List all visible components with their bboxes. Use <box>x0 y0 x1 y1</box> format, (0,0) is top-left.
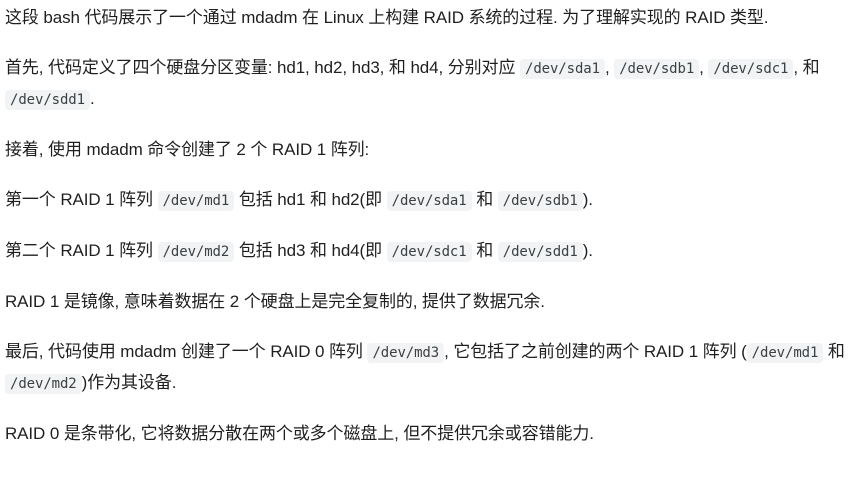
paragraph-text: 这段 bash 代码展示了一个通过 mdadm 在 Linux 上构建 RAID… <box>5 8 769 27</box>
paragraph-text: 包括 hd3 和 hd4(即 <box>234 241 387 260</box>
paragraph-text: ). <box>582 241 593 260</box>
inline-code: /dev/sda1 <box>519 59 605 79</box>
paragraph: 最后, 代码使用 mdadm 创建了一个 RAID 0 阵列 /dev/md3,… <box>5 337 845 399</box>
paragraph-text: 和 <box>823 342 845 361</box>
paragraph-text: ). <box>582 190 593 209</box>
paragraph: RAID 1 是镜像, 意味着数据在 2 个硬盘上是完全复制的, 提供了数据冗余… <box>5 287 845 317</box>
paragraph-text: 最后, 代码使用 mdadm 创建了一个 RAID 0 阵列 <box>5 342 368 361</box>
inline-code: /dev/md3 <box>367 343 445 363</box>
inline-code: /dev/md2 <box>5 374 82 394</box>
paragraph-text: 包括 hd1 和 hd2(即 <box>234 190 387 209</box>
inline-code: /dev/md1 <box>157 191 235 211</box>
inline-code: /dev/md2 <box>157 242 235 262</box>
answer-document: 这段 bash 代码展示了一个通过 mdadm 在 Linux 上构建 RAID… <box>0 0 845 449</box>
paragraph-text: RAID 1 是镜像, 意味着数据在 2 个硬盘上是完全复制的, 提供了数据冗余… <box>5 292 545 311</box>
inline-code: /dev/sda1 <box>386 191 472 211</box>
inline-code: /dev/sdb1 <box>614 59 700 79</box>
inline-code: /dev/sdd1 <box>5 90 90 110</box>
paragraph: 第一个 RAID 1 阵列 /dev/md1 包括 hd1 和 hd2(即 /d… <box>5 185 845 216</box>
inline-code: /dev/sdc1 <box>708 59 794 79</box>
paragraph-text: , <box>604 58 615 77</box>
paragraph-text: )作为其设备. <box>81 373 177 392</box>
paragraph: RAID 0 是条带化, 它将数据分散在两个或多个磁盘上, 但不提供冗余或容错能… <box>5 419 845 449</box>
inline-code: /dev/md1 <box>746 343 824 363</box>
paragraph: 接着, 使用 mdadm 命令创建了 2 个 RAID 1 阵列: <box>5 135 845 165</box>
inline-code: /dev/sdc1 <box>386 242 472 262</box>
inline-code: /dev/sdd1 <box>497 242 583 262</box>
paragraph-text: , 和 <box>793 58 820 77</box>
paragraph: 这段 bash 代码展示了一个通过 mdadm 在 Linux 上构建 RAID… <box>5 3 845 33</box>
paragraph: 首先, 代码定义了四个硬盘分区变量: hd1, hd2, hd3, 和 hd4,… <box>5 53 845 115</box>
paragraph-text: 首先, 代码定义了四个硬盘分区变量: hd1, hd2, hd3, 和 hd4,… <box>5 58 520 77</box>
inline-code: /dev/sdb1 <box>497 191 583 211</box>
paragraph-text: 和 <box>471 190 498 209</box>
paragraph-text: 第二个 RAID 1 阵列 <box>5 241 158 260</box>
paragraph-text: 和 <box>471 241 498 260</box>
paragraph-text: RAID 0 是条带化, 它将数据分散在两个或多个磁盘上, 但不提供冗余或容错能… <box>5 424 594 443</box>
paragraph-text: 接着, 使用 mdadm 命令创建了 2 个 RAID 1 阵列: <box>5 140 370 159</box>
paragraph-text: , 它包括了之前创建的两个 RAID 1 阵列 ( <box>444 342 747 361</box>
paragraph-text: 第一个 RAID 1 阵列 <box>5 190 158 209</box>
paragraph: 第二个 RAID 1 阵列 /dev/md2 包括 hd3 和 hd4(即 /d… <box>5 236 845 267</box>
paragraph-text: . <box>89 89 95 108</box>
